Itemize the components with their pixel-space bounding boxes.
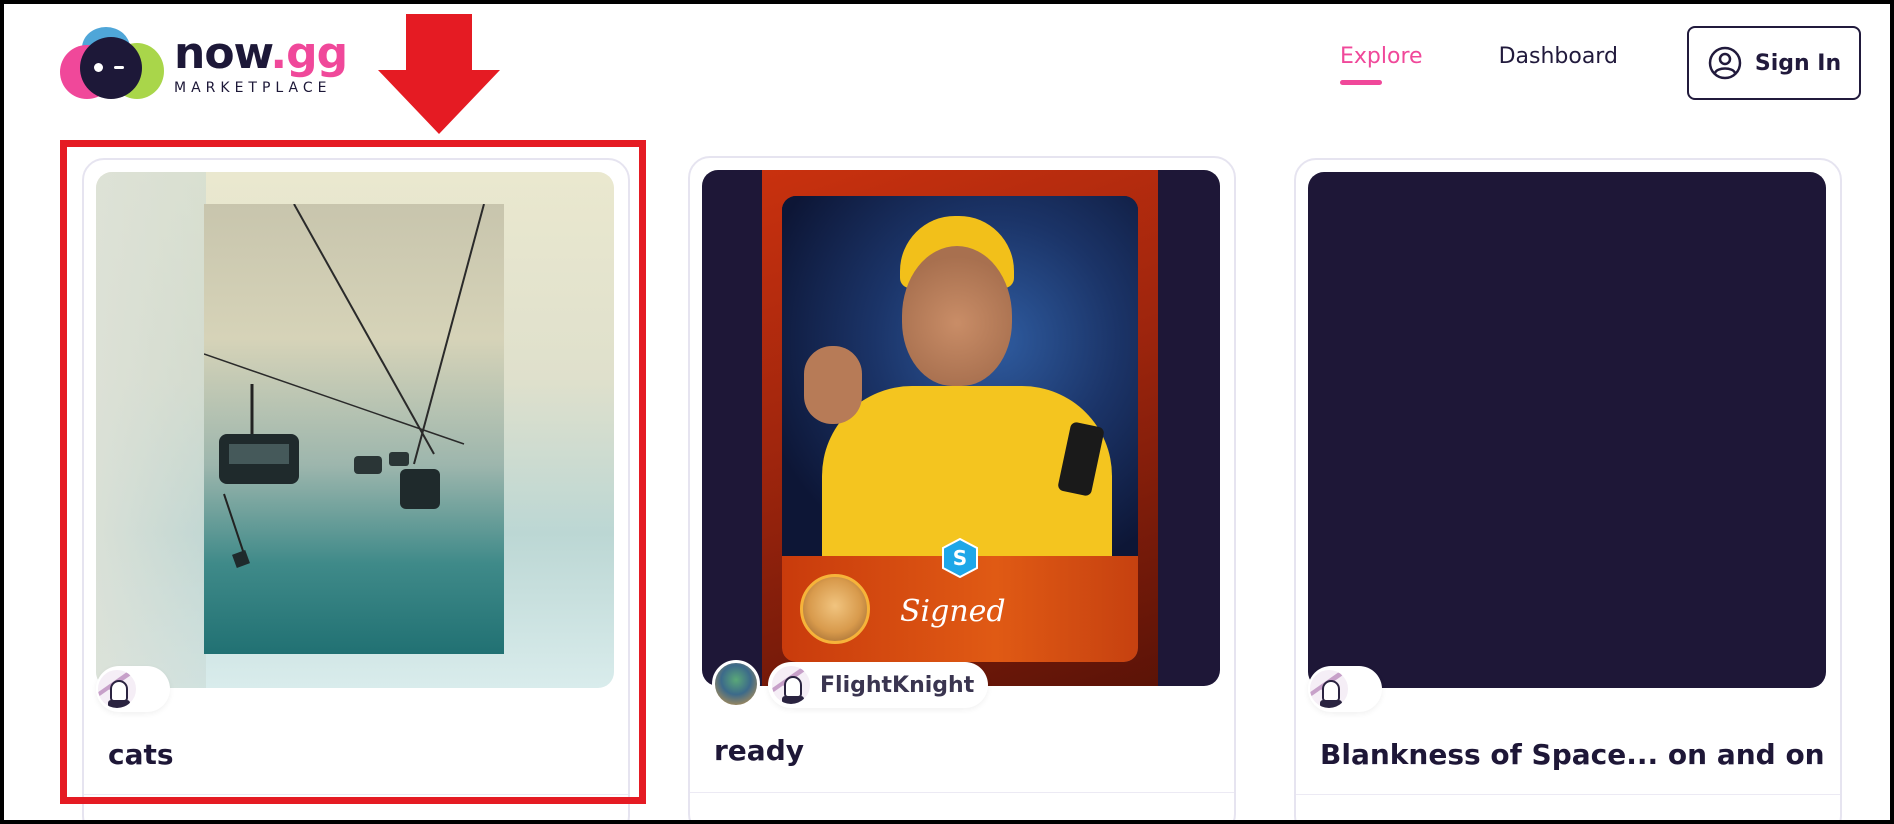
- nft-card-cats[interactable]: cats: [82, 158, 630, 824]
- user-circle-icon: [1708, 46, 1742, 80]
- card-image-blank: [1308, 172, 1826, 688]
- creator-avatar-icon: [1308, 668, 1350, 710]
- person-fist: [804, 346, 862, 424]
- logo-mascot-icon: [60, 25, 164, 103]
- creator-badge[interactable]: [96, 666, 170, 712]
- nowgg-logo[interactable]: now.gg MARKETPLACE: [60, 24, 360, 104]
- main-nav: Explore Dashboard: [1340, 44, 1618, 85]
- creator-badge[interactable]: [1308, 666, 1382, 712]
- card-divider: [84, 794, 628, 795]
- sign-in-label: Sign In: [1754, 50, 1842, 76]
- signed-panel: S Signed: [782, 538, 1138, 662]
- logo-wordmark: now.gg: [174, 28, 348, 79]
- card-divider: [690, 792, 1234, 793]
- signer-avatar: [800, 574, 870, 644]
- person-head: [902, 246, 1012, 386]
- card-divider: [1296, 794, 1840, 795]
- active-underline: [1340, 80, 1382, 85]
- creator-badge[interactable]: FlightKnight: [768, 662, 989, 708]
- hexagon-s-icon: S: [942, 538, 978, 578]
- creator-avatar-icon: [770, 664, 812, 706]
- svg-text:S: S: [953, 546, 967, 570]
- red-arrow-annotation: [378, 14, 500, 134]
- card-image-ski-lift: [96, 172, 614, 688]
- card-title[interactable]: ready: [714, 734, 804, 767]
- card-image-signed: S Signed: [702, 170, 1220, 686]
- signed-label: Signed: [900, 594, 1006, 629]
- nav-dashboard[interactable]: Dashboard: [1499, 44, 1618, 69]
- creator-avatar-icon: [96, 668, 138, 710]
- logo-tagline: MARKETPLACE: [174, 80, 332, 96]
- ski-lift-photo: [203, 203, 504, 654]
- card-title[interactable]: Blankness of Space... on and on: [1320, 738, 1825, 771]
- card-title[interactable]: cats: [108, 738, 174, 771]
- collection-avatar[interactable]: [712, 660, 760, 708]
- nav-explore[interactable]: Explore: [1340, 44, 1423, 85]
- nft-card-ready[interactable]: S Signed FlightKnight ready: [688, 156, 1236, 824]
- creator-name: FlightKnight: [820, 672, 975, 698]
- nft-card-blankness[interactable]: Blankness of Space... on and on: [1294, 158, 1842, 824]
- sign-in-button[interactable]: Sign In: [1687, 26, 1861, 100]
